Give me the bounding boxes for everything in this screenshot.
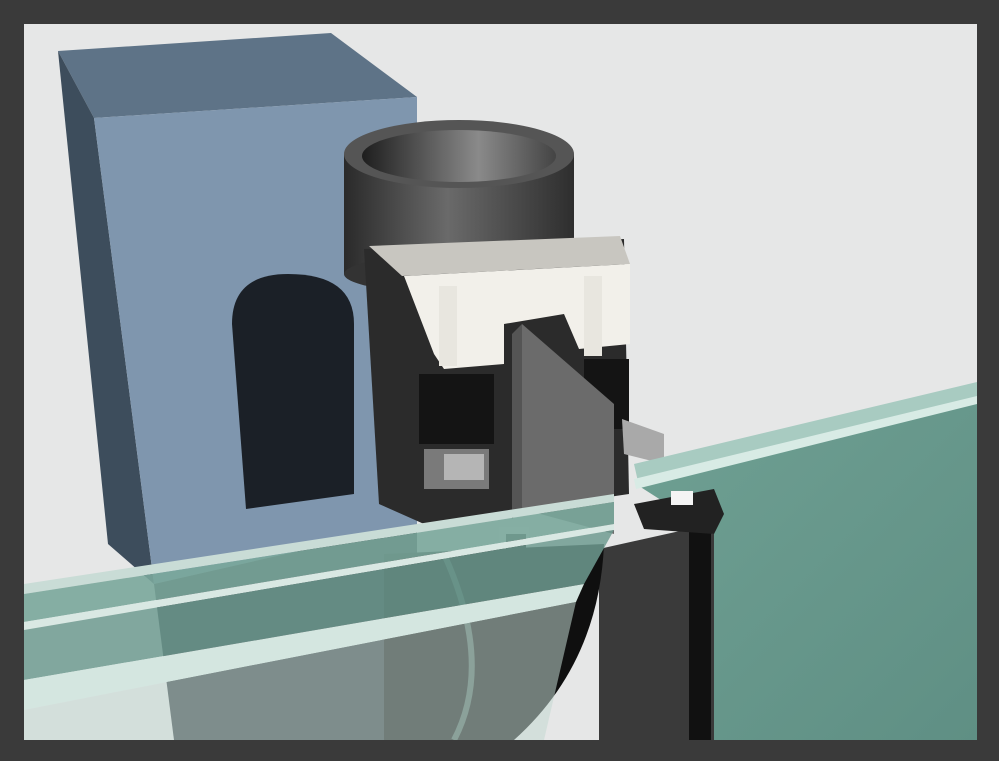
profile-left-fin — [439, 286, 457, 366]
cad-render — [24, 33, 977, 740]
pressure-plate-gasket — [689, 529, 711, 740]
right-cap — [622, 419, 664, 464]
profile-right-fin — [584, 276, 602, 356]
white-spacer-right — [671, 491, 693, 505]
column-shadow — [232, 274, 354, 509]
mullion-assembly — [364, 236, 664, 534]
mullion-web-left — [512, 324, 522, 519]
clip-part-teeth — [444, 454, 484, 480]
tube-inner — [362, 130, 556, 182]
render-frame — [0, 0, 999, 761]
gasket-left — [419, 374, 494, 444]
render-viewport — [24, 24, 977, 740]
